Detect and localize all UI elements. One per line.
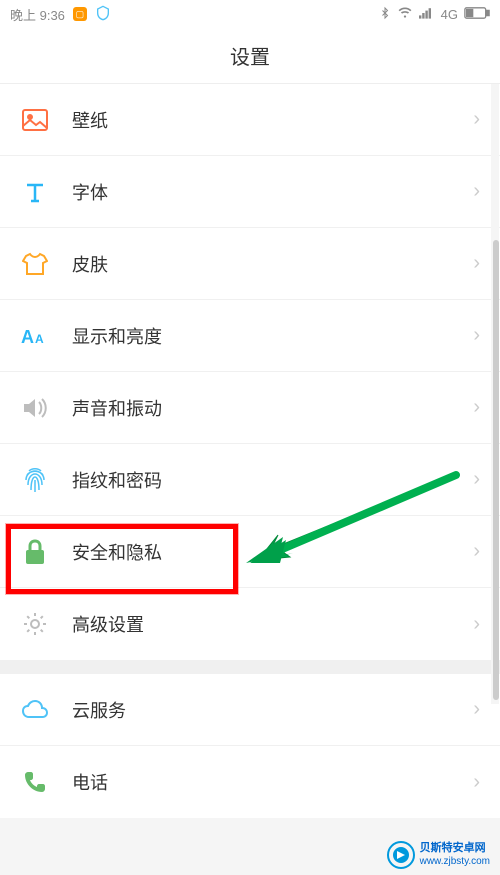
chevron-right-icon: › <box>473 698 480 721</box>
status-time: 晚上 9:36 <box>10 5 65 24</box>
signal-icon <box>419 7 435 22</box>
phone-icon <box>20 767 50 797</box>
page-header: 设置 <box>0 28 500 84</box>
network-label: 4G <box>441 7 458 22</box>
font-size-icon: AA <box>20 321 50 351</box>
item-fingerprint[interactable]: 指纹和密码 › <box>0 444 500 516</box>
watermark-name: 贝斯特安卓网 <box>420 842 490 855</box>
item-theme[interactable]: 皮肤 › <box>0 228 500 300</box>
chevron-right-icon: › <box>473 613 480 636</box>
speaker-icon <box>20 393 50 423</box>
lock-icon <box>20 537 50 567</box>
item-font[interactable]: 字体 › <box>0 156 500 228</box>
shield-icon <box>95 5 111 24</box>
notification-icon: ▢ <box>73 7 87 21</box>
watermark-text: 贝斯特安卓网 www.zjbsty.com <box>420 842 490 867</box>
chevron-right-icon: › <box>473 771 480 794</box>
item-wallpaper[interactable]: 壁纸 › <box>0 84 500 156</box>
watermark-url: www.zjbsty.com <box>420 856 490 868</box>
chevron-right-icon: › <box>473 252 480 275</box>
item-label: 高级设置 <box>72 611 473 637</box>
item-label: 皮肤 <box>72 251 473 277</box>
status-left: 晚上 9:36 ▢ <box>10 5 111 24</box>
scrollbar-thumb[interactable] <box>493 240 499 700</box>
status-right: 4G <box>379 6 490 23</box>
status-bar: 晚上 9:36 ▢ 4G <box>0 0 500 28</box>
item-sound[interactable]: 声音和振动 › <box>0 372 500 444</box>
watermark: 贝斯特安卓网 www.zjbsty.com <box>387 841 490 869</box>
item-phone[interactable]: 电话 › <box>0 746 500 818</box>
battery-icon <box>464 6 490 23</box>
item-label: 云服务 <box>72 697 473 723</box>
item-cloud[interactable]: 云服务 › <box>0 674 500 746</box>
cloud-icon <box>20 695 50 725</box>
chevron-right-icon: › <box>473 468 480 491</box>
fingerprint-icon <box>20 465 50 495</box>
svg-text:A: A <box>21 327 34 346</box>
item-label: 声音和振动 <box>72 395 473 421</box>
item-label: 显示和亮度 <box>72 323 473 349</box>
item-security[interactable]: 安全和隐私 › <box>0 516 500 588</box>
chevron-right-icon: › <box>473 324 480 347</box>
section-divider <box>0 660 500 674</box>
text-icon <box>20 177 50 207</box>
bluetooth-icon <box>379 6 391 23</box>
item-label: 字体 <box>72 179 473 205</box>
item-display[interactable]: AA 显示和亮度 › <box>0 300 500 372</box>
gear-icon <box>20 609 50 639</box>
watermark-logo-icon <box>387 841 415 869</box>
picture-icon <box>20 105 50 135</box>
settings-list-2: 云服务 › 电话 › <box>0 674 500 818</box>
wifi-icon <box>397 6 413 23</box>
chevron-right-icon: › <box>473 396 480 419</box>
item-label: 安全和隐私 <box>72 539 473 565</box>
chevron-right-icon: › <box>473 108 480 131</box>
shirt-icon <box>20 249 50 279</box>
svg-text:A: A <box>35 332 44 346</box>
item-advanced[interactable]: 高级设置 › <box>0 588 500 660</box>
settings-list: 壁纸 › 字体 › 皮肤 › AA 显示和亮度 › 声音和振动 › 指纹和密码 <box>0 84 500 660</box>
chevron-right-icon: › <box>473 540 480 563</box>
item-label: 壁纸 <box>72 107 473 133</box>
chevron-right-icon: › <box>473 180 480 203</box>
item-label: 电话 <box>72 769 473 795</box>
item-label: 指纹和密码 <box>72 467 473 493</box>
page-title: 设置 <box>230 41 270 70</box>
